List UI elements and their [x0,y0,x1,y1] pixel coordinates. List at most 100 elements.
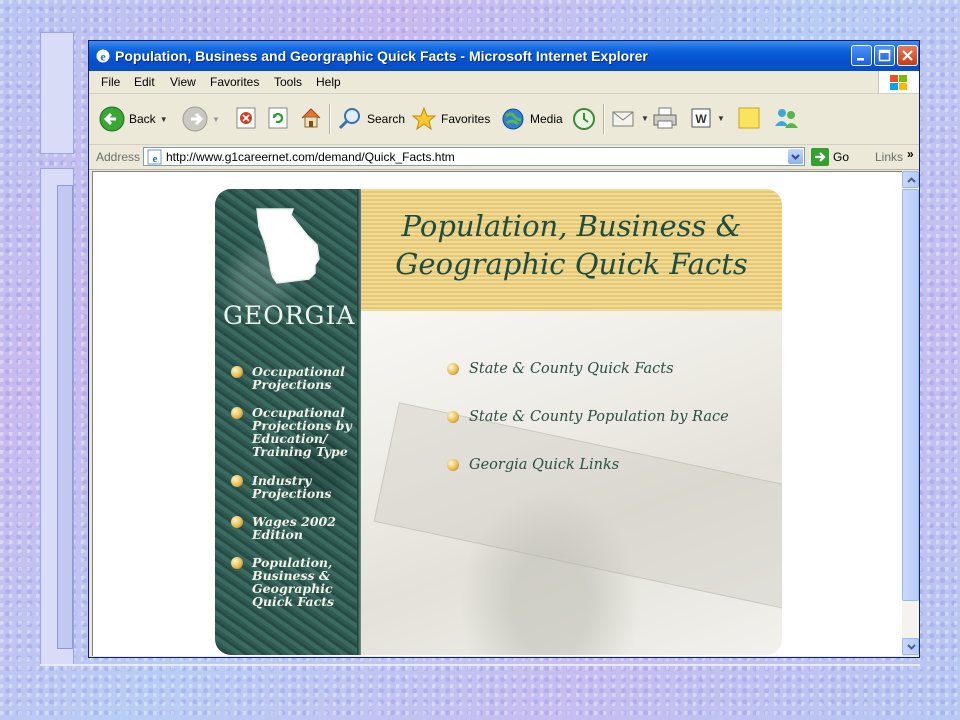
media-globe-icon [502,108,524,130]
links-label[interactable]: Links [875,150,903,164]
link-label: State & County Quick Facts [469,361,674,377]
print-button[interactable] [652,106,678,130]
menu-help[interactable]: Help [316,75,341,89]
back-button[interactable]: Back ▼ [99,106,168,132]
go-label: Go [833,150,850,164]
edit-dropdown-icon[interactable]: ▼ [717,114,725,123]
left-nav-panel: GEORGIA Occupational Projections Occupat… [215,189,361,655]
messenger-button[interactable] [773,106,799,130]
browser-viewport: GEORGIA Occupational Projections Occupat… [92,171,903,656]
maximize-icon [878,49,891,62]
search-icon [338,108,360,130]
bullet-icon [231,366,243,378]
menu-bar: File Edit View Favorites Tools Help [89,71,919,94]
address-input[interactable]: e http://www.g1careernet.com/demand/Quic… [143,147,805,166]
favorites-star-icon [411,106,437,131]
address-bar: Address e http://www.g1careernet.com/dem… [89,145,919,170]
toolbar-separator [603,104,605,134]
forward-dropdown-icon[interactable]: ▼ [212,115,220,124]
dollar-bill-watermark [373,402,782,622]
link-label: Georgia Quick Links [469,457,620,473]
banner-title-line2: Geographic Quick Facts [395,247,748,281]
slide-decoration-line [40,664,920,666]
messenger-people-icon [775,109,798,128]
nav-item-label: Wages 2002 Edition [252,514,336,542]
address-url: http://www.g1careernet.com/demand/Quick_… [166,150,455,164]
favorites-button[interactable]: Favorites [411,106,490,132]
history-clock-icon [573,108,595,130]
bullet-icon [447,459,459,471]
media-label: Media [530,112,563,126]
toolbar: Back ▼ ▼ Search Favorites Media ▼ W ▼ [89,94,919,145]
minimize-icon [857,58,864,61]
refresh-icon [268,107,288,129]
note-icon [738,107,760,129]
chevron-down-icon [791,154,800,160]
address-label: Address [96,150,141,164]
svg-text:W: W [695,112,707,126]
media-button[interactable]: Media [500,106,563,132]
slide-decoration-top [40,32,74,154]
mail-button[interactable]: ▼ [611,106,649,130]
scroll-up-button[interactable] [902,171,919,188]
back-arrow-icon [99,106,125,132]
edit-button[interactable]: W ▼ [689,106,725,130]
main-content-area: State & County Quick Facts State & Count… [361,311,782,655]
chevron-down-icon [907,644,916,650]
close-button[interactable] [897,45,918,66]
web-page: GEORGIA Occupational Projections Occupat… [215,189,782,655]
refresh-button[interactable] [267,106,289,130]
home-button[interactable] [299,106,323,130]
word-edit-icon: W [691,108,711,128]
discuss-button[interactable] [737,106,761,130]
bullet-icon [447,363,459,375]
title-bar[interactable]: e Population, Business and Georgraphic Q… [89,41,919,71]
bullet-icon [231,516,243,528]
forward-arrow-icon [182,106,208,132]
address-dropdown-button[interactable] [788,149,803,164]
link-label: State & County Population by Race [469,409,729,425]
menu-favorites[interactable]: Favorites [210,75,259,89]
banner-title-line1: Population, Business & [401,209,742,243]
mail-envelope-icon [612,111,634,127]
stop-icon [236,107,256,129]
nav-item-label: Population, Business & Geographic Quick … [252,555,335,609]
menu-tools[interactable]: Tools [274,75,302,89]
maximize-button[interactable] [874,45,895,66]
bullet-icon [231,475,243,487]
minimize-button[interactable] [851,45,872,66]
mail-dropdown-icon[interactable]: ▼ [641,114,649,123]
ie-window: e Population, Business and Georgraphic Q… [88,40,920,658]
go-arrow-icon [811,148,829,166]
svg-text:e: e [153,153,158,165]
nav-item-label: Occupational Projections [252,364,345,392]
go-button[interactable]: Go [811,148,849,166]
bullet-icon [231,557,243,569]
home-icon [301,108,321,128]
nav-item-label: Occupational Projections by Education/ T… [252,405,352,459]
state-name-heading: GEORGIA [223,301,356,330]
history-button[interactable] [571,106,597,132]
forward-button[interactable]: ▼ [182,106,220,132]
menu-edit[interactable]: Edit [134,75,155,89]
stop-button[interactable] [235,106,257,130]
toolbar-separator [329,104,331,134]
chevron-up-icon [907,177,916,183]
search-button[interactable]: Search [337,106,405,132]
back-dropdown-icon[interactable]: ▼ [160,115,168,124]
search-label: Search [367,112,406,126]
vertical-scrollbar[interactable] [902,171,919,655]
georgia-map-icon [256,208,320,284]
menu-view[interactable]: View [170,75,196,89]
menu-file[interactable]: File [101,75,120,89]
nav-item-label: Industry Projections [252,473,332,501]
back-label: Back [129,112,156,126]
ie-logo-icon: e [96,49,110,64]
scroll-thumb[interactable] [902,189,919,601]
scroll-down-button[interactable] [902,638,919,655]
window-title: Population, Business and Georgraphic Qui… [115,48,648,64]
bullet-icon [231,407,243,419]
slide-decoration-left [40,168,74,666]
links-chevron-icon[interactable]: » [907,147,914,161]
page-banner: Population, Business & Geographic Quick … [361,189,782,311]
